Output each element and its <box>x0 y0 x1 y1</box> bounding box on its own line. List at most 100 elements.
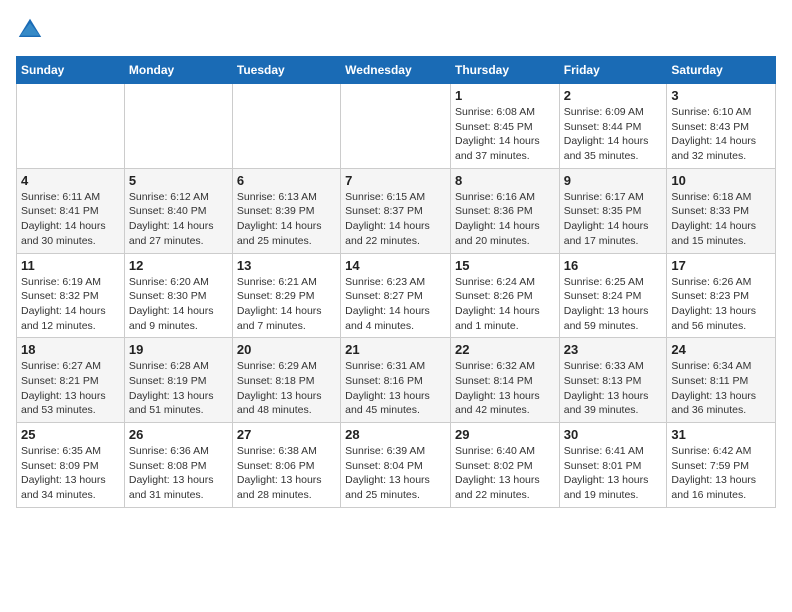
calendar-cell: 29 Sunrise: 6:40 AM Sunset: 8:02 PM Dayli… <box>450 423 559 508</box>
calendar-body: 1Sunrise: 6:08 AM Sunset: 8:45 PM Daylig… <box>17 84 776 508</box>
calendar-cell: 21 Sunrise: 6:31 AM Sunset: 8:16 PM Dayli… <box>341 338 451 423</box>
calendar-cell: 26 Sunrise: 6:36 AM Sunset: 8:08 PM Dayli… <box>124 423 232 508</box>
day-number: 30 <box>564 427 663 442</box>
day-detail: Sunrise: 6:13 AM Sunset: 8:39 PM Dayligh… <box>237 190 336 249</box>
day-number: 8 <box>455 173 555 188</box>
day-number: 7 <box>345 173 446 188</box>
day-number: 2 <box>564 88 663 103</box>
day-number: 19 <box>129 342 228 357</box>
header-monday: Monday <box>124 57 232 84</box>
day-number: 6 <box>237 173 336 188</box>
day-number: 4 <box>21 173 120 188</box>
page-header <box>16 16 776 44</box>
calendar-cell <box>17 84 125 169</box>
day-number: 24 <box>671 342 771 357</box>
calendar-cell: 10 Sunrise: 6:18 AM Sunset: 8:33 PM Dayli… <box>667 168 776 253</box>
day-number: 15 <box>455 258 555 273</box>
calendar-cell: 2 Sunrise: 6:09 AM Sunset: 8:44 PM Daylig… <box>559 84 667 169</box>
calendar-cell: 12 Sunrise: 6:20 AM Sunset: 8:30 PM Dayli… <box>124 253 232 338</box>
day-number: 23 <box>564 342 663 357</box>
day-detail: Sunrise: 6:40 AM Sunset: 8:02 PM Dayligh… <box>455 444 555 503</box>
day-detail: Sunrise: 6:09 AM Sunset: 8:44 PM Dayligh… <box>564 105 663 164</box>
header-tuesday: Tuesday <box>232 57 340 84</box>
calendar-cell: 4 Sunrise: 6:11 AM Sunset: 8:41 PM Daylig… <box>17 168 125 253</box>
day-detail: Sunrise: 6:12 AM Sunset: 8:40 PM Dayligh… <box>129 190 228 249</box>
day-detail: Sunrise: 6:31 AM Sunset: 8:16 PM Dayligh… <box>345 359 446 418</box>
day-detail: Sunrise: 6:17 AM Sunset: 8:35 PM Dayligh… <box>564 190 663 249</box>
day-number: 29 <box>455 427 555 442</box>
day-number: 31 <box>671 427 771 442</box>
day-detail: Sunrise: 6:21 AM Sunset: 8:29 PM Dayligh… <box>237 275 336 334</box>
week-row-2: 11 Sunrise: 6:19 AM Sunset: 8:32 PM Dayli… <box>17 253 776 338</box>
calendar-cell: 9Sunrise: 6:17 AM Sunset: 8:35 PM Daylig… <box>559 168 667 253</box>
day-number: 11 <box>21 258 120 273</box>
day-number: 16 <box>564 258 663 273</box>
day-detail: Sunrise: 6:27 AM Sunset: 8:21 PM Dayligh… <box>21 359 120 418</box>
day-detail: Sunrise: 6:42 AM Sunset: 7:59 PM Dayligh… <box>671 444 771 503</box>
day-detail: Sunrise: 6:29 AM Sunset: 8:18 PM Dayligh… <box>237 359 336 418</box>
calendar-table: SundayMondayTuesdayWednesdayThursdayFrid… <box>16 56 776 508</box>
header-saturday: Saturday <box>667 57 776 84</box>
calendar-cell: 16 Sunrise: 6:25 AM Sunset: 8:24 PM Dayli… <box>559 253 667 338</box>
logo-icon <box>16 16 44 44</box>
calendar-cell: 11 Sunrise: 6:19 AM Sunset: 8:32 PM Dayli… <box>17 253 125 338</box>
day-number: 26 <box>129 427 228 442</box>
day-number: 12 <box>129 258 228 273</box>
day-number: 3 <box>671 88 771 103</box>
calendar-cell: 23Sunrise: 6:33 AM Sunset: 8:13 PM Dayli… <box>559 338 667 423</box>
day-number: 10 <box>671 173 771 188</box>
day-detail: Sunrise: 6:16 AM Sunset: 8:36 PM Dayligh… <box>455 190 555 249</box>
day-detail: Sunrise: 6:41 AM Sunset: 8:01 PM Dayligh… <box>564 444 663 503</box>
day-detail: Sunrise: 6:23 AM Sunset: 8:27 PM Dayligh… <box>345 275 446 334</box>
calendar-cell: 30 Sunrise: 6:41 AM Sunset: 8:01 PM Dayli… <box>559 423 667 508</box>
calendar-cell: 24Sunrise: 6:34 AM Sunset: 8:11 PM Dayli… <box>667 338 776 423</box>
day-detail: Sunrise: 6:24 AM Sunset: 8:26 PM Dayligh… <box>455 275 555 334</box>
day-number: 17 <box>671 258 771 273</box>
calendar-cell: 3 Sunrise: 6:10 AM Sunset: 8:43 PM Daylig… <box>667 84 776 169</box>
day-number: 25 <box>21 427 120 442</box>
day-detail: Sunrise: 6:15 AM Sunset: 8:37 PM Dayligh… <box>345 190 446 249</box>
day-detail: Sunrise: 6:11 AM Sunset: 8:41 PM Dayligh… <box>21 190 120 249</box>
header-thursday: Thursday <box>450 57 559 84</box>
day-number: 21 <box>345 342 446 357</box>
calendar-cell: 17 Sunrise: 6:26 AM Sunset: 8:23 PM Dayli… <box>667 253 776 338</box>
calendar-cell: 31 Sunrise: 6:42 AM Sunset: 7:59 PM Dayli… <box>667 423 776 508</box>
week-row-0: 1Sunrise: 6:08 AM Sunset: 8:45 PM Daylig… <box>17 84 776 169</box>
day-detail: Sunrise: 6:25 AM Sunset: 8:24 PM Dayligh… <box>564 275 663 334</box>
day-detail: Sunrise: 6:18 AM Sunset: 8:33 PM Dayligh… <box>671 190 771 249</box>
header-wednesday: Wednesday <box>341 57 451 84</box>
calendar-cell: 27 Sunrise: 6:38 AM Sunset: 8:06 PM Dayli… <box>232 423 340 508</box>
day-number: 18 <box>21 342 120 357</box>
header-sunday: Sunday <box>17 57 125 84</box>
calendar-cell: 22Sunrise: 6:32 AM Sunset: 8:14 PM Dayli… <box>450 338 559 423</box>
logo <box>16 16 48 44</box>
day-number: 14 <box>345 258 446 273</box>
calendar-cell: 5 Sunrise: 6:12 AM Sunset: 8:40 PM Daylig… <box>124 168 232 253</box>
day-detail: Sunrise: 6:26 AM Sunset: 8:23 PM Dayligh… <box>671 275 771 334</box>
day-number: 5 <box>129 173 228 188</box>
day-number: 13 <box>237 258 336 273</box>
day-detail: Sunrise: 6:36 AM Sunset: 8:08 PM Dayligh… <box>129 444 228 503</box>
week-row-1: 4 Sunrise: 6:11 AM Sunset: 8:41 PM Daylig… <box>17 168 776 253</box>
header-row: SundayMondayTuesdayWednesdayThursdayFrid… <box>17 57 776 84</box>
calendar-cell <box>341 84 451 169</box>
day-number: 22 <box>455 342 555 357</box>
week-row-4: 25 Sunrise: 6:35 AM Sunset: 8:09 PM Dayli… <box>17 423 776 508</box>
calendar-cell <box>232 84 340 169</box>
calendar-cell: 25 Sunrise: 6:35 AM Sunset: 8:09 PM Dayli… <box>17 423 125 508</box>
day-detail: Sunrise: 6:38 AM Sunset: 8:06 PM Dayligh… <box>237 444 336 503</box>
calendar-cell: 20 Sunrise: 6:29 AM Sunset: 8:18 PM Dayli… <box>232 338 340 423</box>
calendar-cell: 15 Sunrise: 6:24 AM Sunset: 8:26 PM Dayli… <box>450 253 559 338</box>
day-number: 28 <box>345 427 446 442</box>
day-detail: Sunrise: 6:08 AM Sunset: 8:45 PM Dayligh… <box>455 105 555 164</box>
calendar-cell: 1Sunrise: 6:08 AM Sunset: 8:45 PM Daylig… <box>450 84 559 169</box>
day-detail: Sunrise: 6:39 AM Sunset: 8:04 PM Dayligh… <box>345 444 446 503</box>
day-detail: Sunrise: 6:19 AM Sunset: 8:32 PM Dayligh… <box>21 275 120 334</box>
calendar-cell: 19Sunrise: 6:28 AM Sunset: 8:19 PM Dayli… <box>124 338 232 423</box>
day-detail: Sunrise: 6:10 AM Sunset: 8:43 PM Dayligh… <box>671 105 771 164</box>
day-detail: Sunrise: 6:20 AM Sunset: 8:30 PM Dayligh… <box>129 275 228 334</box>
day-number: 27 <box>237 427 336 442</box>
day-detail: Sunrise: 6:35 AM Sunset: 8:09 PM Dayligh… <box>21 444 120 503</box>
day-number: 20 <box>237 342 336 357</box>
calendar-cell: 18 Sunrise: 6:27 AM Sunset: 8:21 PM Dayli… <box>17 338 125 423</box>
